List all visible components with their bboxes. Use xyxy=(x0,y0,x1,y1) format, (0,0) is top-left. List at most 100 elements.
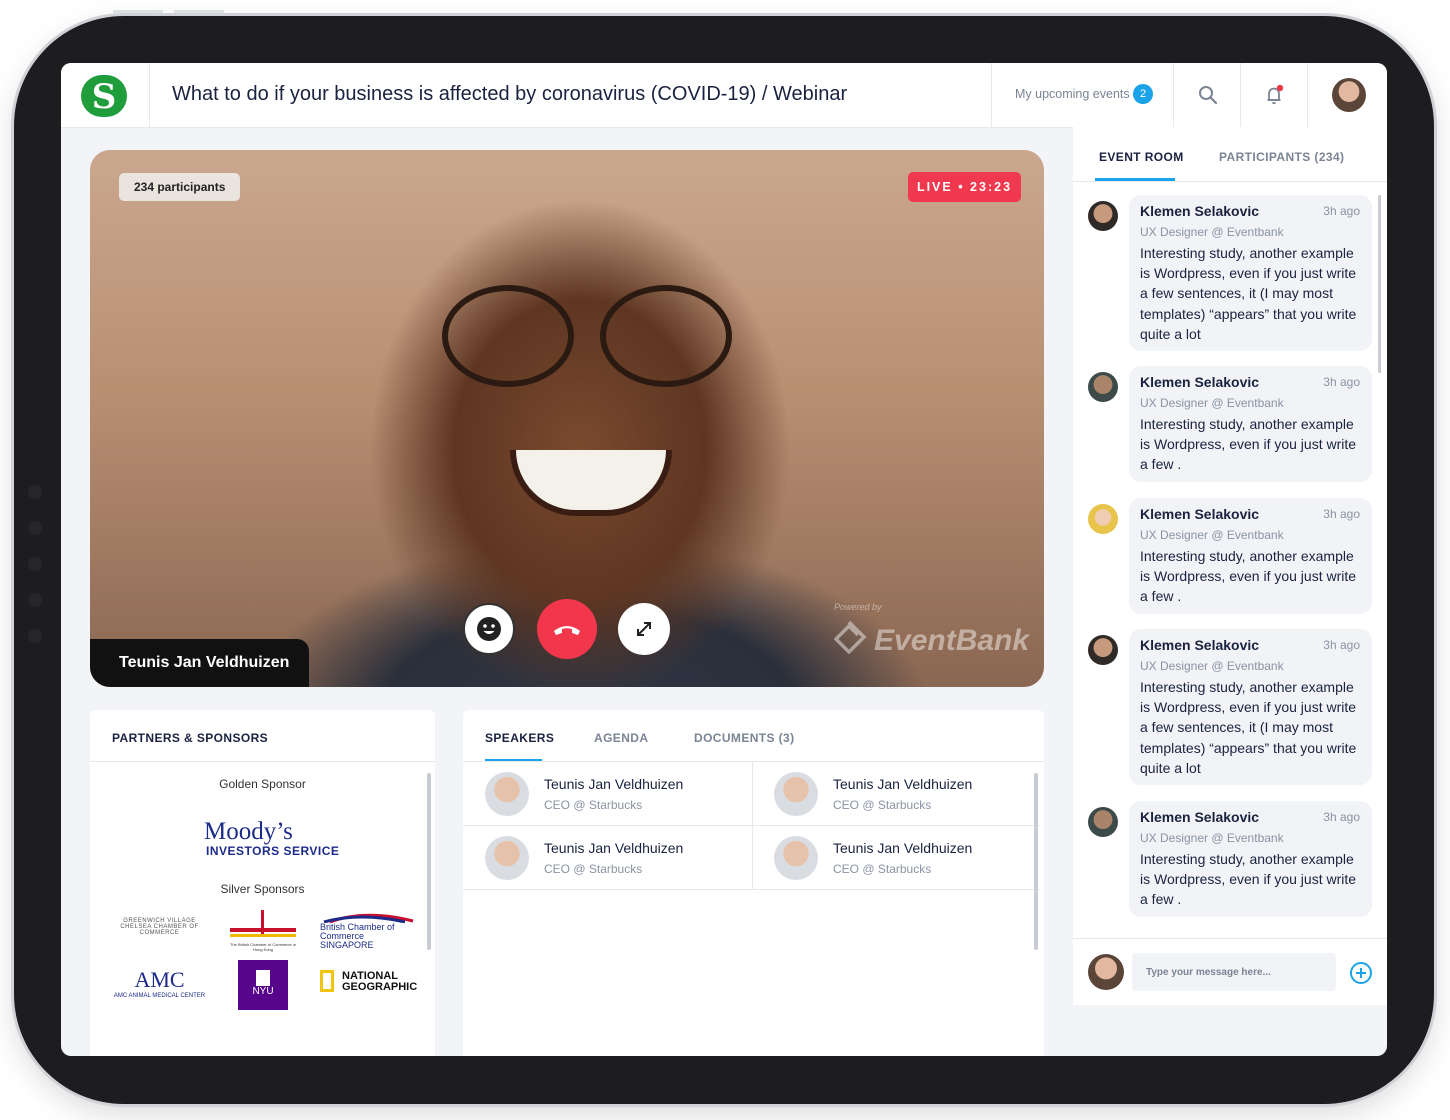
message-author: Klemen Selakovic xyxy=(1140,809,1260,825)
moodys-logo-line1[interactable]: Moody’s xyxy=(204,818,293,846)
event-room-panel: EVENT ROOM PARTICIPANTS (234) Klemen Sel… xyxy=(1073,127,1387,1004)
bell-icon xyxy=(1267,84,1284,105)
message-time: 3h ago xyxy=(1323,204,1360,218)
fullscreen-button[interactable] xyxy=(618,603,670,655)
chat-message: Klemen Selakovic 3h ago UX Designer @ Ev… xyxy=(1129,366,1372,482)
app-screen: S What to do if your business is affecte… xyxy=(61,63,1387,1056)
speaker-card[interactable]: Teunis Jan Veldhuizen CEO @ Starbucks xyxy=(752,826,1041,890)
tab-agenda[interactable]: AGENDA xyxy=(594,731,648,745)
expand-icon xyxy=(637,622,651,636)
speakers-scrollbar[interactable] xyxy=(1034,773,1038,950)
golden-sponsor-label: Golden Sponsor xyxy=(219,777,306,791)
reaction-button[interactable] xyxy=(463,603,515,655)
message-author: Klemen Selakovic xyxy=(1140,506,1260,522)
frame-highlight xyxy=(113,10,163,13)
message-role: UX Designer @ Eventbank xyxy=(1140,831,1284,845)
divider xyxy=(1073,181,1387,182)
moodys-logo-line2[interactable]: INVESTORS SERVICE xyxy=(206,844,339,858)
avatar xyxy=(774,836,818,880)
video-frame-detail xyxy=(442,285,574,387)
message-role: UX Designer @ Eventbank xyxy=(1140,659,1284,673)
chat-scrollbar[interactable] xyxy=(1378,195,1381,373)
avatar xyxy=(1088,807,1118,837)
phone-hangup-icon xyxy=(554,626,580,635)
speaker-role: CEO @ Starbucks xyxy=(833,862,932,876)
message-time: 3h ago xyxy=(1323,810,1360,824)
sponsors-scrollbar[interactable] xyxy=(427,773,431,950)
tab-documents[interactable]: DOCUMENTS (3) xyxy=(694,731,795,745)
sponsor-logo-bcchk[interactable]: The British Chamber of Commerce in Hong … xyxy=(228,910,298,952)
tab-speakers[interactable]: SPEAKERS xyxy=(485,731,554,745)
chat-message: Klemen Selakovic 3h ago UX Designer @ Ev… xyxy=(1129,801,1372,917)
message-role: UX Designer @ Eventbank xyxy=(1140,528,1284,542)
sponsor-logo-amc[interactable]: AMC xyxy=(112,968,207,992)
message-author: Klemen Selakovic xyxy=(1140,637,1260,653)
message-role: UX Designer @ Eventbank xyxy=(1140,225,1284,239)
video-frame-detail xyxy=(510,450,672,516)
plus-circle-icon xyxy=(1356,968,1366,978)
hang-up-button[interactable] xyxy=(537,599,597,659)
sponsors-panel: PARTNERS & SPONSORS Golden Sponsor Moody… xyxy=(90,710,435,1056)
silver-sponsors-label: Silver Sponsors xyxy=(220,882,305,896)
sponsor-logo-greenwich[interactable]: GREENWICH VILLAGE CHELSEA CHAMBER OF COM… xyxy=(112,918,207,936)
speaker-name: Teunis Jan Veldhuizen xyxy=(833,840,973,856)
participants-count-pill: 234 participants xyxy=(119,173,241,201)
upcoming-events-count-badge: 2 xyxy=(1133,84,1153,104)
message-text: Interesting study, another example is Wo… xyxy=(1140,679,1357,776)
search-icon xyxy=(1199,86,1218,105)
message-author: Klemen Selakovic xyxy=(1140,374,1260,390)
tablet-side-dots xyxy=(28,485,44,665)
sponsor-logo-bccs[interactable]: British Chamber of Commerce SINGAPORE xyxy=(320,913,415,950)
avatar xyxy=(1088,954,1124,990)
message-text: Interesting study, another example is Wo… xyxy=(1140,851,1357,908)
chat-message: Klemen Selakovic 3h ago UX Designer @ Ev… xyxy=(1129,498,1372,614)
message-time: 3h ago xyxy=(1323,638,1360,652)
speaker-card[interactable]: Teunis Jan Veldhuizen CEO @ Starbucks xyxy=(463,762,753,826)
speaker-card[interactable]: Teunis Jan Veldhuizen CEO @ Starbucks xyxy=(752,762,1041,826)
smiley-icon xyxy=(477,617,501,641)
eventbank-watermark: EventBank xyxy=(833,620,1029,658)
message-text: Interesting study, another example is Wo… xyxy=(1140,245,1357,342)
tab-event-room[interactable]: EVENT ROOM xyxy=(1099,150,1184,164)
message-author: Klemen Selakovic xyxy=(1140,203,1260,219)
avatar xyxy=(774,772,818,816)
upcoming-events-button[interactable]: My upcoming events 2 xyxy=(991,63,1174,127)
frame-highlight xyxy=(174,10,224,13)
video-stage[interactable]: 234 participants LIVE • 23:23 Teunis Jan… xyxy=(90,150,1044,687)
logo-cell[interactable]: S xyxy=(61,63,150,127)
message-time: 3h ago xyxy=(1323,375,1360,389)
video-frame-detail xyxy=(600,285,732,387)
message-role: UX Designer @ Eventbank xyxy=(1140,396,1284,410)
tab-participants[interactable]: PARTICIPANTS (234) xyxy=(1219,150,1344,164)
avatar xyxy=(485,772,529,816)
message-input[interactable] xyxy=(1132,953,1336,991)
app-logo: S xyxy=(81,75,127,117)
top-bar: S What to do if your business is affecte… xyxy=(61,63,1387,128)
chat-message: Klemen Selakovic 3h ago UX Designer @ Ev… xyxy=(1129,629,1372,785)
speakers-panel: SPEAKERS AGENDA DOCUMENTS (3) Teunis Jan… xyxy=(463,710,1044,1056)
notifications-button[interactable] xyxy=(1240,63,1308,127)
search-button[interactable] xyxy=(1173,63,1241,127)
add-attachment-button[interactable] xyxy=(1350,962,1372,984)
eventbank-logo-icon xyxy=(833,620,867,655)
message-text: Interesting study, another example is Wo… xyxy=(1140,416,1357,473)
user-menu-button[interactable] xyxy=(1307,63,1387,127)
current-speaker-tag: Teunis Jan Veldhuizen xyxy=(90,639,309,687)
avatar xyxy=(1088,635,1118,665)
avatar xyxy=(1088,372,1118,402)
avatar xyxy=(1088,201,1118,231)
bcchk-logo-icon xyxy=(230,910,296,937)
speaker-card[interactable]: Teunis Jan Veldhuizen CEO @ Starbucks xyxy=(463,826,753,890)
message-text: Interesting study, another example is Wo… xyxy=(1140,548,1357,605)
avatar xyxy=(1088,504,1118,534)
speaker-role: CEO @ Starbucks xyxy=(544,798,643,812)
current-speaker-name: Teunis Jan Veldhuizen xyxy=(119,654,290,671)
powered-by-label: Powered by xyxy=(834,602,882,612)
speaker-name: Teunis Jan Veldhuizen xyxy=(833,776,973,792)
avatar xyxy=(485,836,529,880)
sponsor-logo-amc-text: AMC ANIMAL MEDICAL CENTER xyxy=(113,993,206,999)
avatar xyxy=(1332,78,1366,112)
sponsor-logo-nyu[interactable]: NYU xyxy=(238,960,288,1010)
chat-message: Klemen Selakovic 3h ago UX Designer @ Ev… xyxy=(1129,195,1372,351)
speaker-role: CEO @ Starbucks xyxy=(833,798,932,812)
